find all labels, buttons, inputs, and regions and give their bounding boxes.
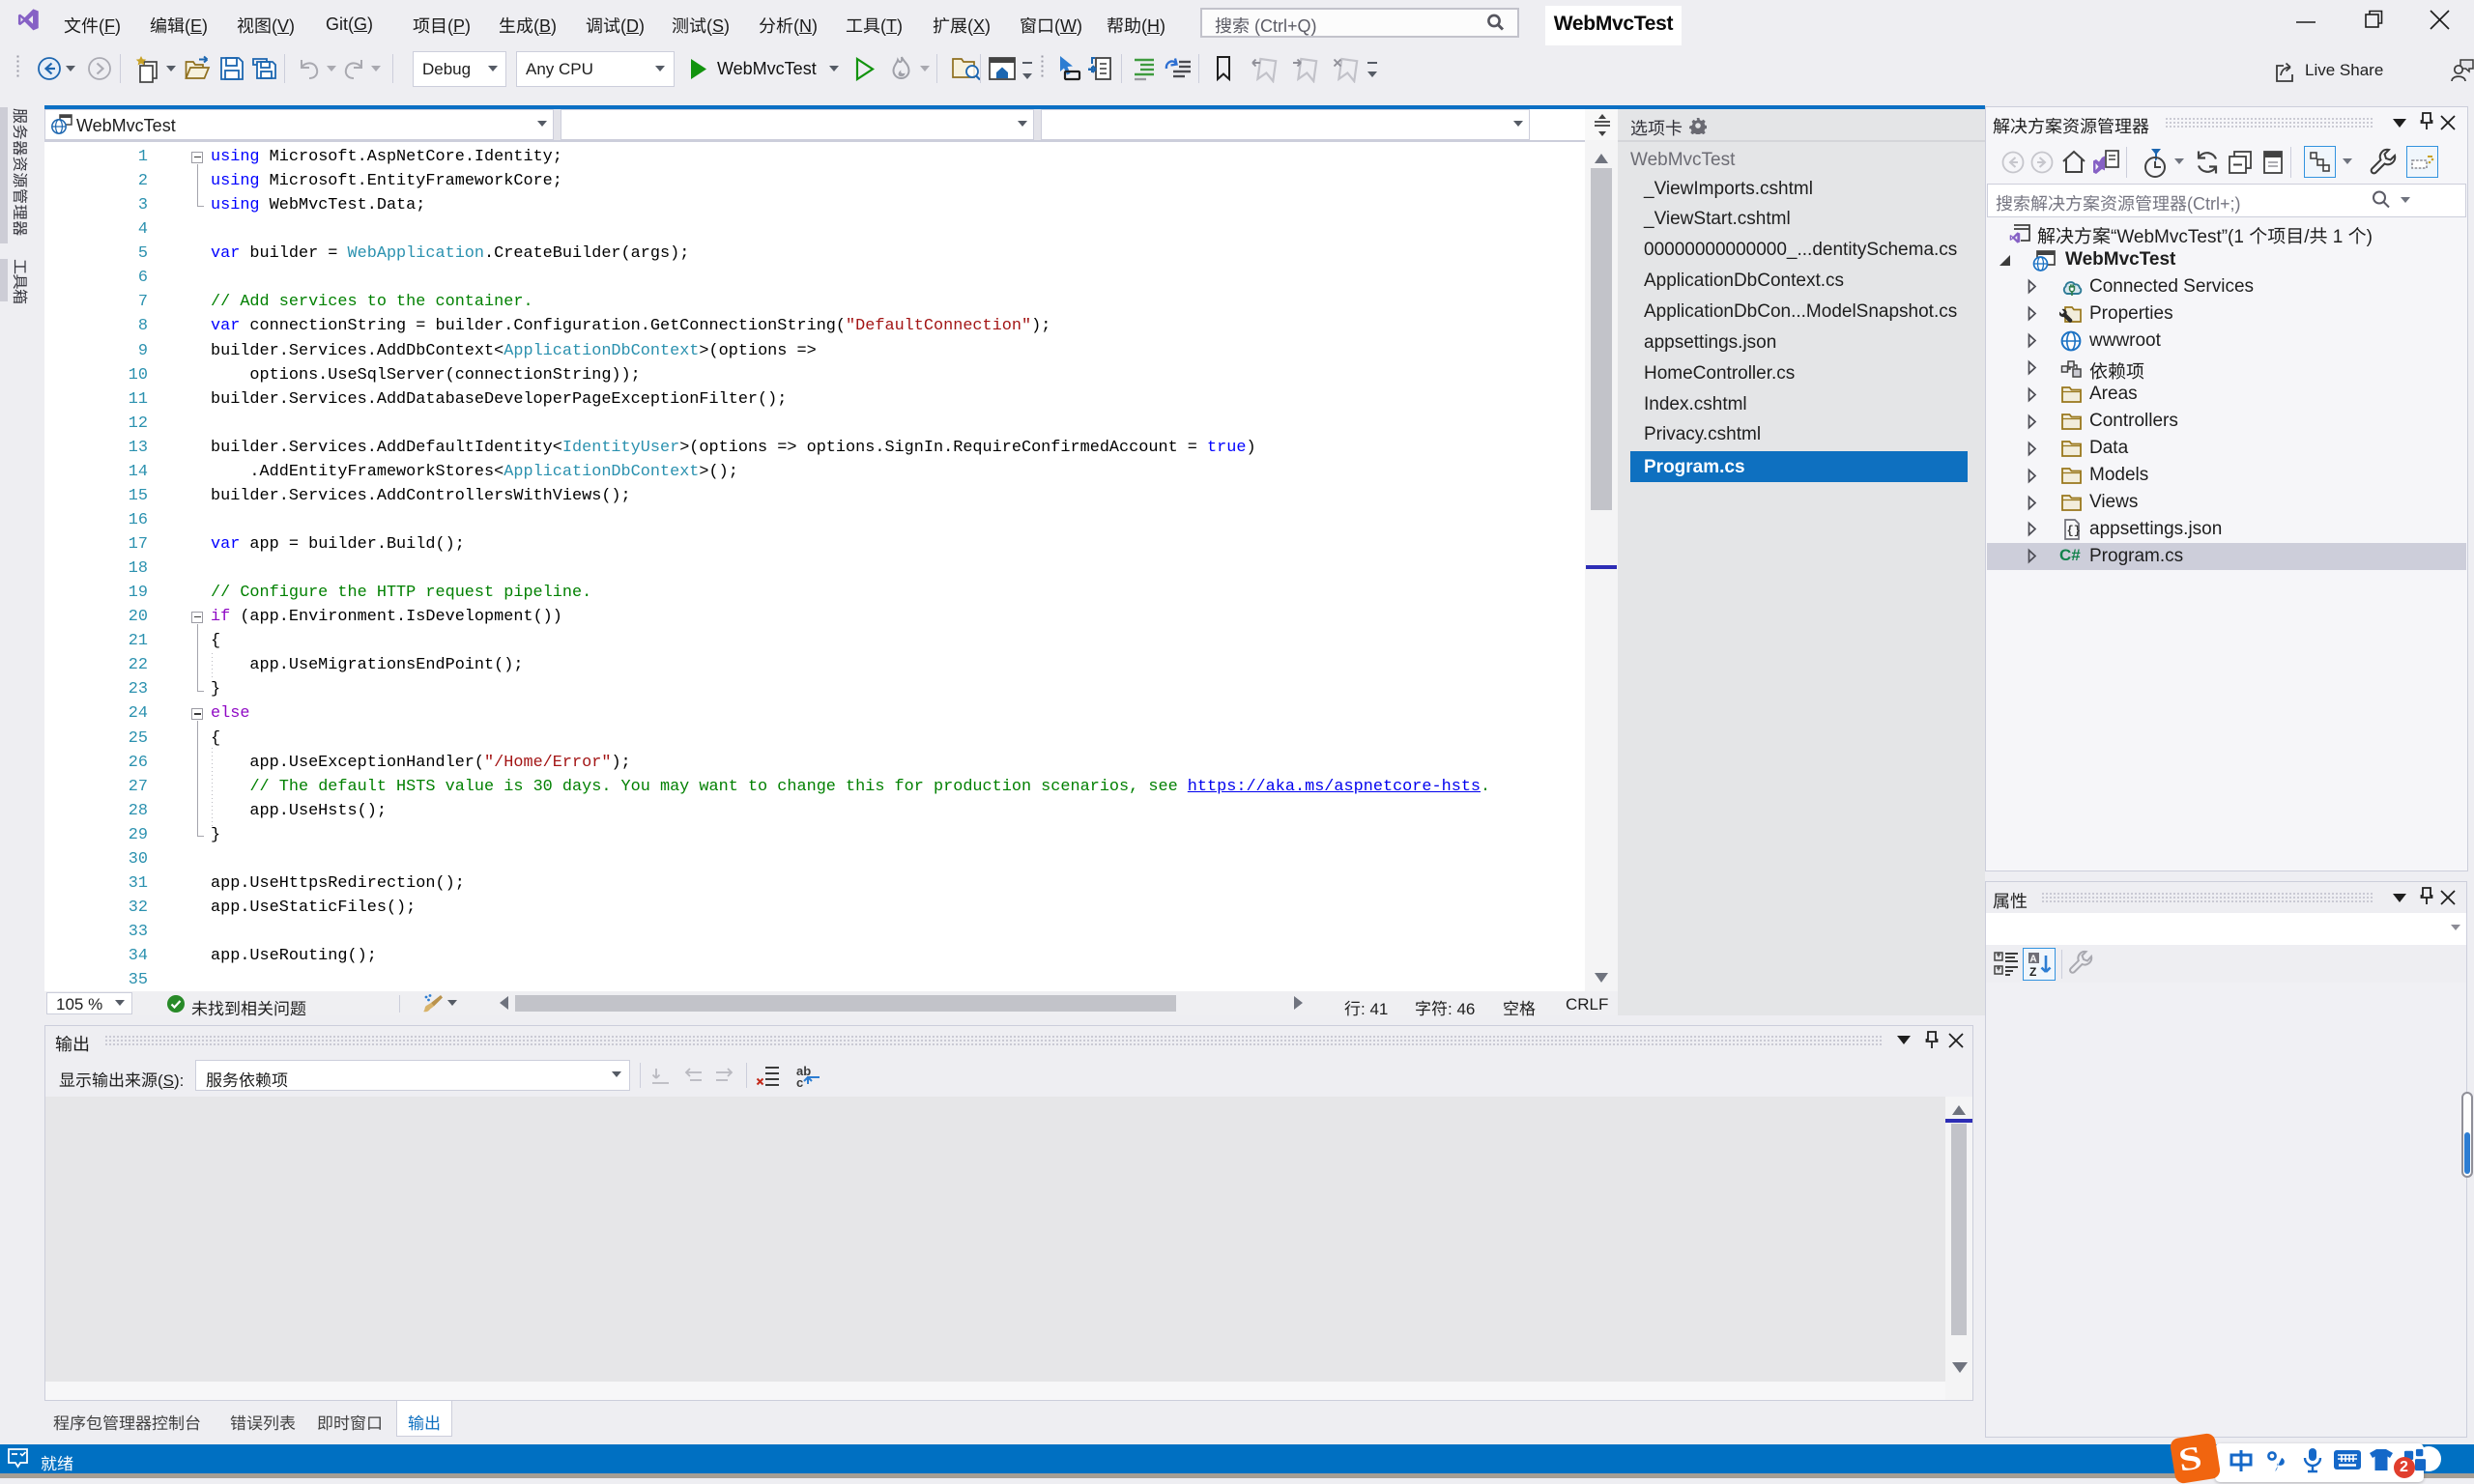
svg-text:A: A xyxy=(2029,955,2036,965)
svg-text:{}: {} xyxy=(2067,524,2081,537)
svg-text:Z: Z xyxy=(2029,965,2036,978)
svg-text:c: c xyxy=(796,1075,803,1089)
